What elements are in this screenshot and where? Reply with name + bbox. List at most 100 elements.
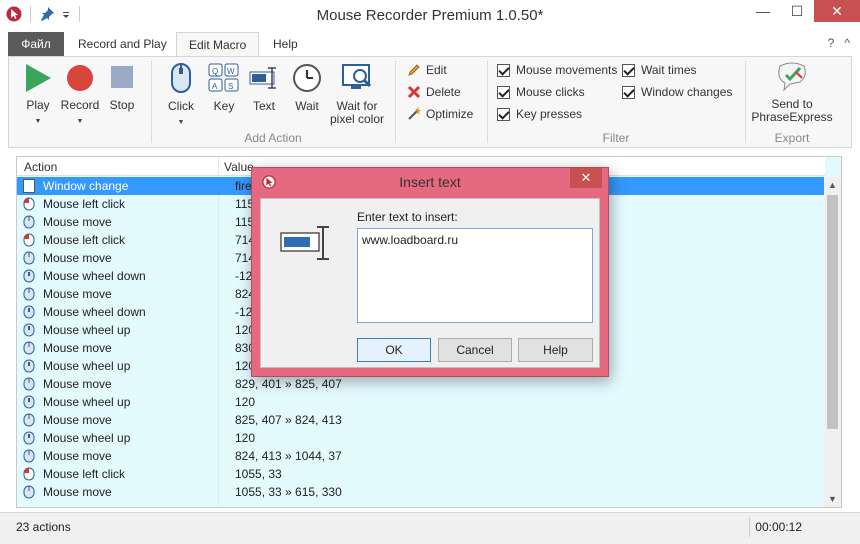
dialog-title: Insert text: [399, 174, 461, 190]
insert-text-input[interactable]: www.loadboard.ru: [357, 228, 593, 323]
delete-button[interactable]: Delete: [407, 85, 461, 99]
row-action: Mouse move: [43, 251, 112, 265]
scroll-down-icon[interactable]: ▼: [824, 491, 841, 507]
tab-help[interactable]: Help: [261, 32, 310, 56]
tab-edit-macro[interactable]: Edit Macro: [176, 32, 260, 57]
status-divider: [749, 517, 750, 537]
play-button[interactable]: Play ▼: [19, 63, 57, 128]
status-bar: 23 actions 00:00:12: [0, 512, 860, 544]
mouse-move-icon: [23, 251, 35, 265]
close-button[interactable]: ✕: [814, 0, 860, 22]
column-header-action[interactable]: Action: [24, 160, 57, 174]
wait-pixel-color-button[interactable]: Wait for pixel color: [327, 62, 387, 126]
column-header-value[interactable]: Value: [224, 160, 254, 174]
edit-label: Edit: [426, 63, 447, 77]
tab-record-and-play[interactable]: Record and Play: [66, 32, 179, 56]
svg-text:Q: Q: [212, 67, 218, 76]
checkbox-checked[interactable]: [622, 85, 635, 99]
table-row[interactable]: Mouse wheel up 120: [17, 393, 825, 411]
filter-key-presses-label: Key presses: [516, 107, 583, 121]
row-action: Mouse move: [43, 413, 112, 427]
play-icon: [26, 64, 51, 92]
mouse-move-icon: [23, 485, 35, 499]
ok-button[interactable]: OK: [357, 338, 431, 362]
wait-button[interactable]: Wait: [289, 62, 325, 113]
checkbox-checked[interactable]: [622, 63, 635, 77]
window-controls: — ☐ ✕: [746, 0, 860, 22]
mouse-wheel-icon: [23, 323, 35, 337]
filter-mouse-clicks-checkbox[interactable]: Mouse clicks: [497, 85, 585, 99]
key-button[interactable]: Q W A S Key: [205, 62, 243, 113]
checkbox-checked[interactable]: [497, 107, 510, 121]
minimize-button[interactable]: —: [746, 0, 780, 22]
checkbox-checked[interactable]: [497, 63, 510, 77]
row-value: 1055, 33 » 615, 330: [235, 485, 342, 499]
mouse-move-icon: [23, 449, 35, 463]
dialog-close-button[interactable]: ✕: [570, 168, 602, 188]
dialog-title-bar: Insert text ✕: [252, 168, 608, 196]
maximize-button[interactable]: ☐: [780, 0, 814, 22]
ribbon: Play ▼ Record ▼ Stop Click ▼ Q W A S Key…: [8, 56, 852, 148]
stop-icon: [111, 66, 133, 88]
mouse-icon: [171, 63, 191, 93]
macro-duration: 00:00:12: [755, 520, 802, 534]
scroll-up-icon[interactable]: ▲: [824, 177, 841, 193]
send-to-phraseexpress-button[interactable]: Send to PhraseExpress: [751, 62, 833, 124]
table-row[interactable]: Mouse move 1055, 33 » 615, 330: [17, 483, 825, 501]
row-action: Mouse left click: [43, 233, 126, 247]
table-row[interactable]: Mouse move 829, 401 » 825, 407: [17, 375, 825, 393]
collapse-ribbon-icon[interactable]: ^: [844, 36, 850, 50]
filter-mouse-movements-checkbox[interactable]: Mouse movements: [497, 63, 617, 77]
mouse-wheel-icon: [23, 431, 35, 445]
dialog-body: Enter text to insert: www.loadboard.ru O…: [260, 198, 600, 368]
table-row[interactable]: Mouse left click 1055, 33: [17, 465, 825, 483]
help-button[interactable]: Help: [518, 338, 593, 362]
edit-button[interactable]: Edit: [407, 63, 447, 77]
keyboard-icon: Q W A S: [208, 63, 239, 92]
table-row[interactable]: Mouse move 825, 407 » 824, 413: [17, 411, 825, 429]
optimize-button[interactable]: Optimize: [407, 107, 473, 121]
row-action: Mouse wheel up: [43, 431, 131, 445]
record-button[interactable]: Record ▼: [59, 63, 101, 128]
chevron-down-icon[interactable]: ▼: [19, 115, 57, 128]
stop-label: Stop: [109, 98, 135, 112]
checkbox-checked[interactable]: [497, 85, 510, 99]
delete-icon: [407, 85, 421, 99]
group-divider: [395, 61, 396, 143]
filter-key-presses-checkbox[interactable]: Key presses: [497, 107, 582, 121]
clock-icon: [293, 64, 321, 92]
scroll-thumb[interactable]: [827, 195, 838, 429]
table-row[interactable]: Mouse wheel up 120: [17, 429, 825, 447]
tab-file[interactable]: Файл: [8, 32, 64, 56]
record-label: Record: [60, 98, 100, 112]
wait-pixel-label-2: pixel color: [329, 112, 385, 126]
stop-button[interactable]: Stop: [105, 63, 139, 112]
filter-wait-times-checkbox[interactable]: Wait times: [622, 63, 697, 77]
group-divider: [487, 61, 488, 143]
send-label-2: PhraseExpress: [751, 110, 833, 124]
filter-window-changes-checkbox[interactable]: Window changes: [622, 85, 732, 99]
pencil-icon: [408, 64, 420, 76]
table-row[interactable]: Mouse move 824, 413 » 1044, 37: [17, 447, 825, 465]
help-icon[interactable]: ?: [828, 36, 835, 50]
record-icon: [67, 65, 93, 91]
row-value: 824, 413 » 1044, 37: [235, 449, 342, 463]
mouse-wheel-icon: [23, 395, 35, 409]
chevron-down-icon[interactable]: ▼: [161, 116, 201, 129]
vertical-scrollbar[interactable]: ▲ ▼: [824, 177, 841, 507]
row-action: Mouse move: [43, 449, 112, 463]
row-action: Mouse move: [43, 377, 112, 391]
key-label: Key: [213, 99, 235, 113]
click-button[interactable]: Click ▼: [161, 62, 201, 129]
chevron-down-icon[interactable]: ▼: [59, 115, 101, 128]
row-action: Mouse wheel up: [43, 395, 131, 409]
play-label: Play: [26, 98, 50, 112]
row-action: Mouse wheel up: [43, 323, 131, 337]
mouse-left-click-icon: [23, 197, 35, 211]
svg-text:W: W: [227, 67, 235, 76]
cancel-button[interactable]: Cancel: [438, 338, 512, 362]
row-action: Mouse move: [43, 287, 112, 301]
insert-text-dialog: Insert text ✕ Enter text to insert: www.…: [251, 167, 609, 377]
export-group-label: Export: [774, 131, 810, 145]
text-button[interactable]: Text: [247, 62, 281, 113]
